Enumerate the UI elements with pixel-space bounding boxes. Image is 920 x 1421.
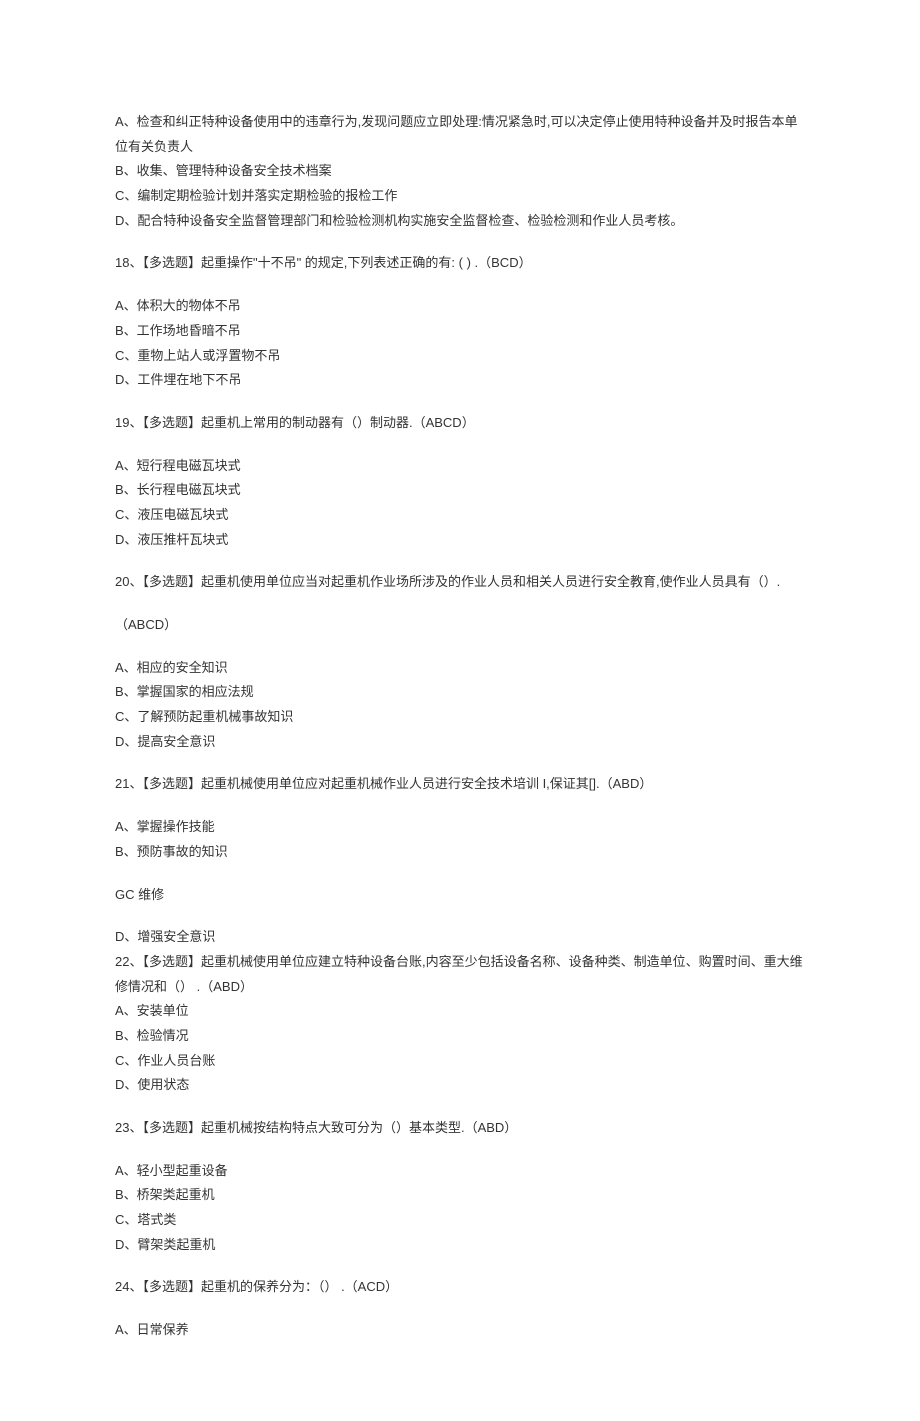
answer-text: （ABCD） [115,613,805,638]
question-19-stem: 19、【多选题】起重机上常用的制动器有（）制动器.（ABCD） [115,411,805,436]
option-b: B、预防事故的知识 [115,840,805,865]
question-18-stem: 18、【多选题】起重操作"十不吊" 的规定,下列表述正确的有: ( ) .（BC… [115,251,805,276]
question-19-options: A、短行程电磁瓦块式 B、长行程电磁瓦块式 C、液压电磁瓦块式 D、液压推杆瓦块… [115,454,805,553]
question-21-d-and-22: D、增强安全意识 22、【多选题】起重机械使用单位应建立特种设备台账,内容至少包… [115,925,805,1098]
option-b: B、掌握国家的相应法规 [115,680,805,705]
stem-text: 24、【多选题】起重机的保养分为：（） .（ACD） [115,1275,805,1300]
question-22-stem: 22、【多选题】起重机械使用单位应建立特种设备台账,内容至少包括设备名称、设备种… [115,950,805,999]
option-a: A、相应的安全知识 [115,656,805,681]
option-d: D、增强安全意识 [115,925,805,950]
question-20-answer: （ABCD） [115,613,805,638]
option-a: A、检查和纠正特种设备使用中的违章行为,发现问题应立即处理:情况紧急时,可以决定… [115,110,805,159]
question-24-options: A、日常保养 [115,1318,805,1343]
stem-text: 19、【多选题】起重机上常用的制动器有（）制动器.（ABCD） [115,411,805,436]
option-b: B、检验情况 [115,1024,805,1049]
question-20-stem: 20、【多选题】起重机使用单位应当对起重机作业场所涉及的作业人员和相关人员进行安… [115,570,805,595]
option-a: A、体积大的物体不吊 [115,294,805,319]
question-20-options: A、相应的安全知识 B、掌握国家的相应法规 C、了解预防起重机械事故知识 D、提… [115,656,805,755]
question-21-gc: GC 维修 [115,883,805,908]
option-d: D、提高安全意识 [115,730,805,755]
option-c: C、重物上站人或浮置物不吊 [115,344,805,369]
option-d: D、使用状态 [115,1073,805,1098]
stem-text: 23、【多选题】起重机械按结构特点大致可分为（）基本类型.（ABD） [115,1116,805,1141]
option-a: A、安装单位 [115,999,805,1024]
option-d: D、工件埋在地下不吊 [115,368,805,393]
option-d: D、配合特种设备安全监督管理部门和检验检测机构实施安全监督检查、检验检测和作业人… [115,209,805,234]
option-c: C、编制定期检验计划并落实定期检验的报检工作 [115,184,805,209]
option-c: C、液压电磁瓦块式 [115,503,805,528]
option-c: C、塔式类 [115,1208,805,1233]
option-b: B、收集、管理特种设备安全技术档案 [115,159,805,184]
question-23-stem: 23、【多选题】起重机械按结构特点大致可分为（）基本类型.（ABD） [115,1116,805,1141]
option-d: D、臂架类起重机 [115,1233,805,1258]
question-18-options: A、体积大的物体不吊 B、工作场地昏暗不吊 C、重物上站人或浮置物不吊 D、工件… [115,294,805,393]
option-b: B、工作场地昏暗不吊 [115,319,805,344]
option-a: A、短行程电磁瓦块式 [115,454,805,479]
question-21-stem: 21、【多选题】起重机械使用单位应对起重机械作业人员进行安全技术培训 I,保证其… [115,772,805,797]
option-d: D、液压推杆瓦块式 [115,528,805,553]
question-17-options: A、检查和纠正特种设备使用中的违章行为,发现问题应立即处理:情况紧急时,可以决定… [115,110,805,233]
option-a: A、轻小型起重设备 [115,1159,805,1184]
gc-text: GC 维修 [115,883,805,908]
option-b: B、长行程电磁瓦块式 [115,478,805,503]
question-21-options-ab: A、掌握操作技能 B、预防事故的知识 [115,815,805,864]
option-a: A、日常保养 [115,1318,805,1343]
option-c: C、作业人员台账 [115,1049,805,1074]
option-b: B、桥架类起重机 [115,1183,805,1208]
stem-text: 21、【多选题】起重机械使用单位应对起重机械作业人员进行安全技术培训 I,保证其… [115,772,805,797]
option-a: A、掌握操作技能 [115,815,805,840]
stem-text: 18、【多选题】起重操作"十不吊" 的规定,下列表述正确的有: ( ) .（BC… [115,251,805,276]
question-23-options: A、轻小型起重设备 B、桥架类起重机 C、塔式类 D、臂架类起重机 [115,1159,805,1258]
question-24-stem: 24、【多选题】起重机的保养分为：（） .（ACD） [115,1275,805,1300]
option-c: C、了解预防起重机械事故知识 [115,705,805,730]
stem-text: 20、【多选题】起重机使用单位应当对起重机作业场所涉及的作业人员和相关人员进行安… [115,570,805,595]
